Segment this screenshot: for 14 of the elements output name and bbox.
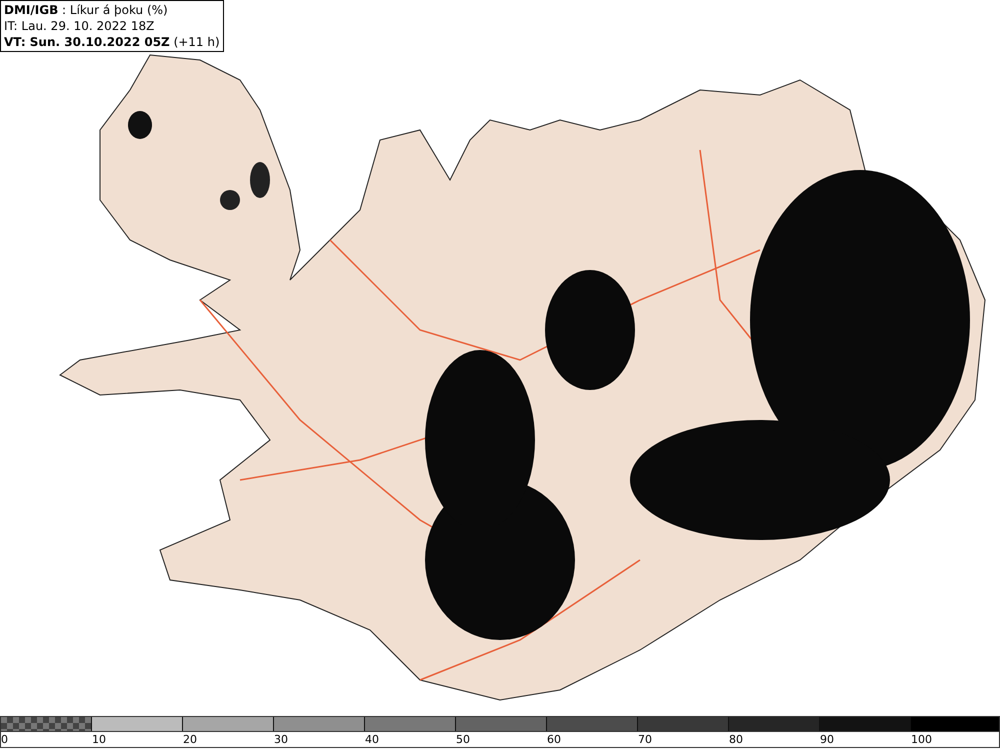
map-info-line: DMI/IGB : Líkur á þoku (%) <box>4 2 169 18</box>
legend-label: 60 <box>547 732 562 747</box>
legend-label: 30 <box>274 732 289 747</box>
map-info-line: IT: Lau. 29. 10. 2022 18Z <box>4 18 156 34</box>
legend-label: 100 <box>911 732 933 747</box>
legend-label: 40 <box>365 732 380 747</box>
legend-label: 20 <box>183 732 198 747</box>
legend-label: 50 <box>456 732 471 747</box>
legend-label: 80 <box>729 732 744 747</box>
legend-label: 10 <box>92 732 107 747</box>
map-info-line: VT: Sun. 30.10.2022 05Z (+11 h) <box>4 34 220 50</box>
legend-label: 0 <box>1 732 9 747</box>
legend-label: 70 <box>638 732 653 747</box>
legend-label: 90 <box>820 732 835 747</box>
